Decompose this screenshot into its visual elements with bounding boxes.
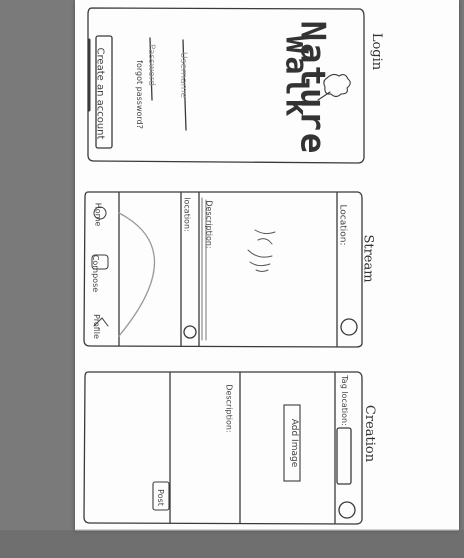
password-input[interactable]: Password — [146, 44, 156, 86]
nav-compose[interactable]: Compose — [91, 255, 100, 292]
stream-title: Stream — [360, 234, 376, 283]
deer-sketch-lines — [247, 229, 276, 272]
username-input[interactable]: Username — [178, 52, 188, 98]
login-title: Login — [369, 32, 385, 71]
forgot-password-link[interactable]: forgot password? — [135, 60, 144, 129]
stream-phone-frame — [83, 191, 363, 348]
stream-location-label: location: — [182, 197, 192, 232]
nav-profile[interactable]: Profile — [92, 314, 101, 339]
stream-description-label: Description: — [204, 200, 214, 249]
tag-location-select — [336, 427, 352, 485]
creation-phone-frame — [83, 371, 363, 525]
add-image-button[interactable]: Add Image — [289, 419, 299, 467]
stream-location-header: Location: — [337, 204, 348, 246]
wireframe-outlines — [75, 7, 459, 531]
stream-avatar-circle — [340, 318, 358, 336]
creation-description-label: Description: — [224, 384, 234, 433]
nav-home[interactable]: Home — [93, 203, 102, 227]
creation-title: Creation — [362, 404, 378, 463]
tag-location-label: Tag location: — [339, 375, 349, 426]
post-button[interactable]: Post — [156, 489, 165, 506]
create-account-button[interactable]: Create an account — [94, 48, 105, 140]
app-name-walk: Walk — [278, 35, 314, 120]
